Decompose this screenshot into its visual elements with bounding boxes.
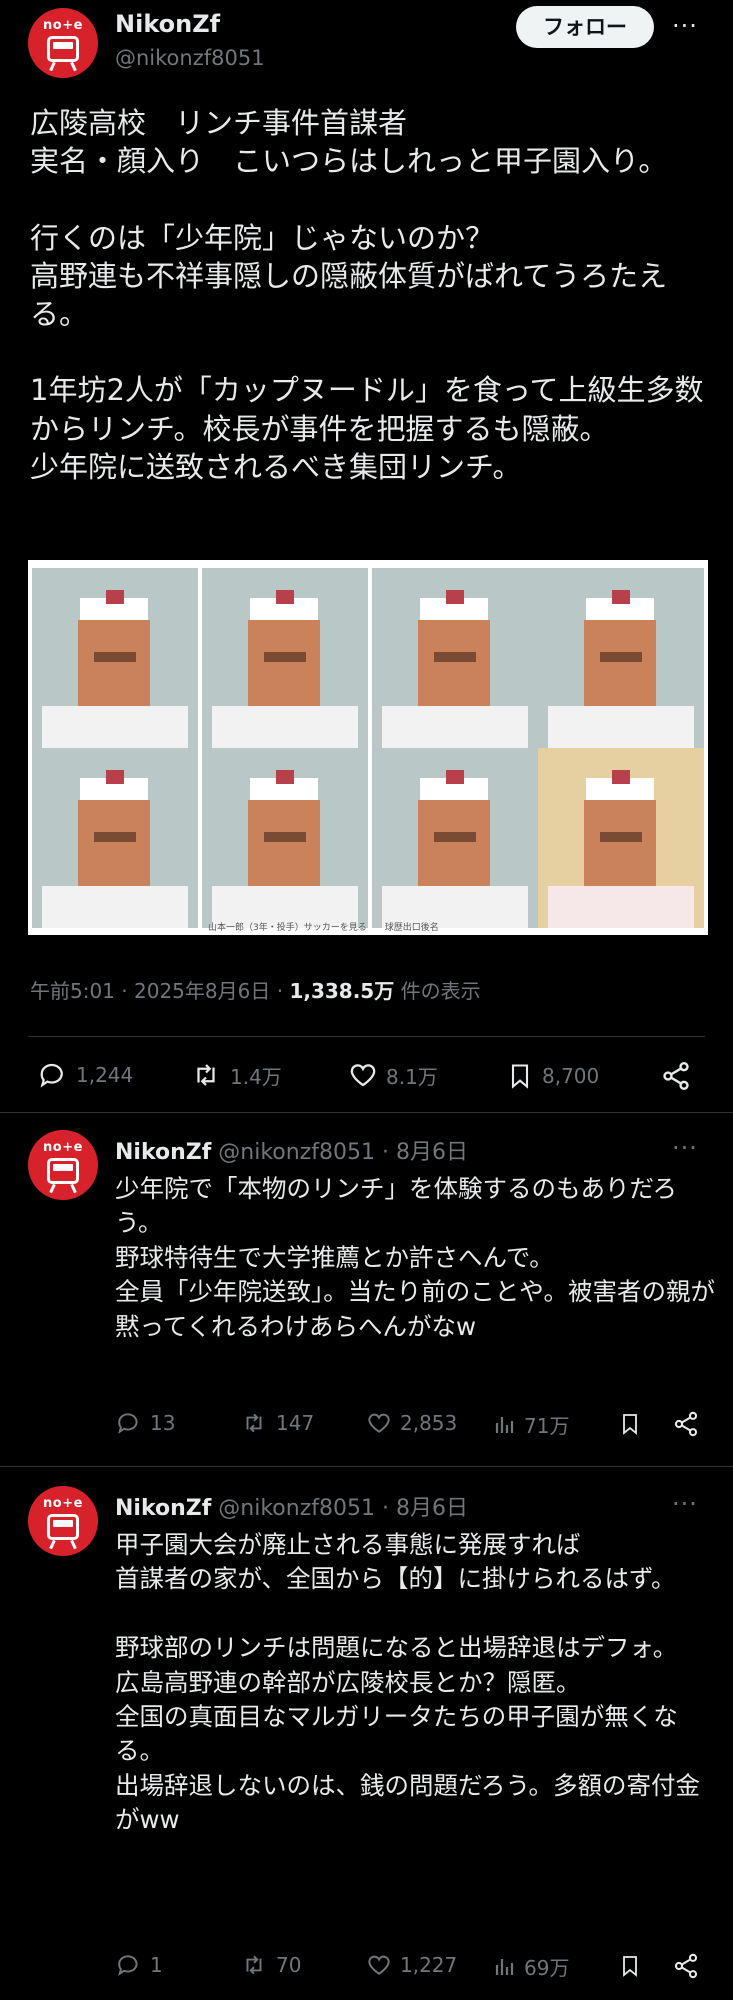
photo-tile <box>538 748 704 928</box>
avatar-logo-text: no+e <box>43 18 83 33</box>
like-button[interactable]: 2,853 <box>366 1410 457 1436</box>
reply-text: 少年院で「本物のリンチ」を体験するのもありだろう。 野球特待生で大学推薦とか許さ… <box>115 1174 716 1341</box>
post-image[interactable]: 山本一郎（3年・投手）サッカーを見る 球歴出口後名 <box>28 560 708 935</box>
repost-button[interactable]: 147 <box>240 1410 314 1436</box>
views-button[interactable]: 69万 <box>492 1952 569 1981</box>
reply-actions: 1 70 1,227 69万 <box>0 1952 733 1988</box>
reply-count: 1,244 <box>76 1063 134 1087</box>
reply-icon <box>118 1413 138 1434</box>
user-handle[interactable]: @nikonzf8051 <box>218 1140 375 1165</box>
view-count: 69万 <box>524 1956 570 1980</box>
train-icon <box>47 1514 79 1540</box>
user-name[interactable]: NikonZf <box>115 1140 211 1165</box>
reply-date[interactable]: · 8月6日 <box>382 1140 468 1165</box>
views-icon <box>495 1958 514 1975</box>
repost-count: 147 <box>276 1411 315 1435</box>
bookmark-button[interactable]: 8,700 <box>506 1060 599 1092</box>
image-caption: 山本一郎（3年・投手）サッカーを見る 球歴出口後名 <box>208 923 439 933</box>
train-icon <box>47 36 79 62</box>
follow-button[interactable]: フォロー <box>516 6 654 48</box>
avatar-logo-text: no+e <box>43 1496 83 1511</box>
reply-date[interactable]: · 8月6日 <box>382 1496 468 1521</box>
bookmark-button[interactable] <box>618 1952 642 1980</box>
heart-icon <box>368 1413 390 1433</box>
more-options-icon[interactable]: ··· <box>672 1490 698 1518</box>
user-handle[interactable]: @nikonzf8051 <box>218 1496 375 1521</box>
reply-button[interactable]: 1,244 <box>38 1060 133 1090</box>
share-button[interactable] <box>672 1410 700 1438</box>
post-actions: 1,244 1.4万 8.1万 8,700 <box>0 1060 733 1100</box>
post-time[interactable]: 午前5:01 <box>30 979 115 1003</box>
more-options-icon[interactable]: ··· <box>672 1134 698 1162</box>
bookmark-button[interactable] <box>618 1410 642 1438</box>
repost-icon <box>197 1064 215 1086</box>
bookmark-count: 8,700 <box>542 1064 600 1088</box>
photo-tile <box>202 748 368 928</box>
reply-count: 1 <box>150 1953 163 1977</box>
divider <box>0 1466 733 1467</box>
photo-tile <box>372 568 538 748</box>
divider <box>28 1036 705 1037</box>
like-count: 2,853 <box>400 1411 458 1435</box>
post-meta: 午前5:01 · 2025年8月6日 · 1,338.5万 件の表示 <box>30 979 481 1003</box>
view-count-label: 件の表示 <box>400 979 481 1003</box>
share-icon <box>674 1411 698 1437</box>
bookmark-icon <box>511 1064 529 1089</box>
share-icon <box>674 1953 698 1979</box>
views-icon <box>495 1416 514 1433</box>
avatar[interactable]: no+e <box>28 1130 98 1200</box>
repost-button[interactable]: 1.4万 <box>190 1060 282 1090</box>
user-name[interactable]: NikonZf <box>115 10 220 38</box>
avatar-logo-text: no+e <box>43 1140 83 1155</box>
post-text: 広陵高校 リンチ事件首謀者 実名・顔入り こいつらはしれっと甲子園入り。 行くの… <box>30 106 704 484</box>
reply-header: NikonZf @nikonzf8051 · 8月6日 <box>115 1490 468 1522</box>
avatar[interactable]: no+e <box>28 8 98 78</box>
reply-text: 甲子園大会が廃止される事態に発展すれば 首謀者の家が、全国から【的】に掛けられる… <box>115 1530 701 1835</box>
share-icon <box>663 1062 689 1090</box>
repost-icon <box>246 1413 262 1433</box>
reply-button[interactable]: 1 <box>116 1952 163 1978</box>
divider <box>0 1112 733 1113</box>
like-count: 8.1万 <box>386 1064 438 1089</box>
photo-tile <box>202 568 368 748</box>
more-options-icon[interactable]: ··· <box>672 12 698 40</box>
heart-icon <box>368 1955 390 1975</box>
share-button[interactable] <box>672 1952 700 1980</box>
share-button[interactable] <box>660 1060 692 1092</box>
reply-header: NikonZf @nikonzf8051 · 8月6日 <box>115 1134 468 1166</box>
like-button[interactable]: 8.1万 <box>348 1060 438 1090</box>
view-count: 1,338.5万 <box>289 979 395 1003</box>
train-icon <box>47 1158 79 1184</box>
like-count: 1,227 <box>400 1953 458 1977</box>
like-button[interactable]: 1,227 <box>366 1952 457 1978</box>
bookmark-icon <box>623 1414 637 1435</box>
photo-tile <box>372 748 538 928</box>
repost-count: 70 <box>276 1953 302 1977</box>
reply-icon <box>118 1955 138 1976</box>
reply-icon <box>40 1063 63 1088</box>
user-handle[interactable]: @nikonzf8051 <box>115 46 265 70</box>
avatar[interactable]: no+e <box>28 1486 98 1556</box>
repost-count: 1.4万 <box>230 1064 282 1089</box>
photo-tile <box>32 748 198 928</box>
repost-button[interactable]: 70 <box>240 1952 301 1978</box>
photo-tile <box>538 568 704 748</box>
reply-button[interactable]: 13 <box>116 1410 175 1436</box>
photo-tile <box>32 568 198 748</box>
post-date[interactable]: 2025年8月6日 <box>134 979 270 1003</box>
views-button[interactable]: 71万 <box>492 1410 569 1439</box>
repost-icon <box>246 1955 262 1975</box>
bookmark-icon <box>623 1956 637 1977</box>
user-name[interactable]: NikonZf <box>115 1496 211 1521</box>
reply-count: 13 <box>150 1411 176 1435</box>
view-count: 71万 <box>524 1414 570 1438</box>
heart-icon <box>350 1064 376 1087</box>
reply-actions: 13 147 2,853 71万 <box>0 1410 733 1446</box>
